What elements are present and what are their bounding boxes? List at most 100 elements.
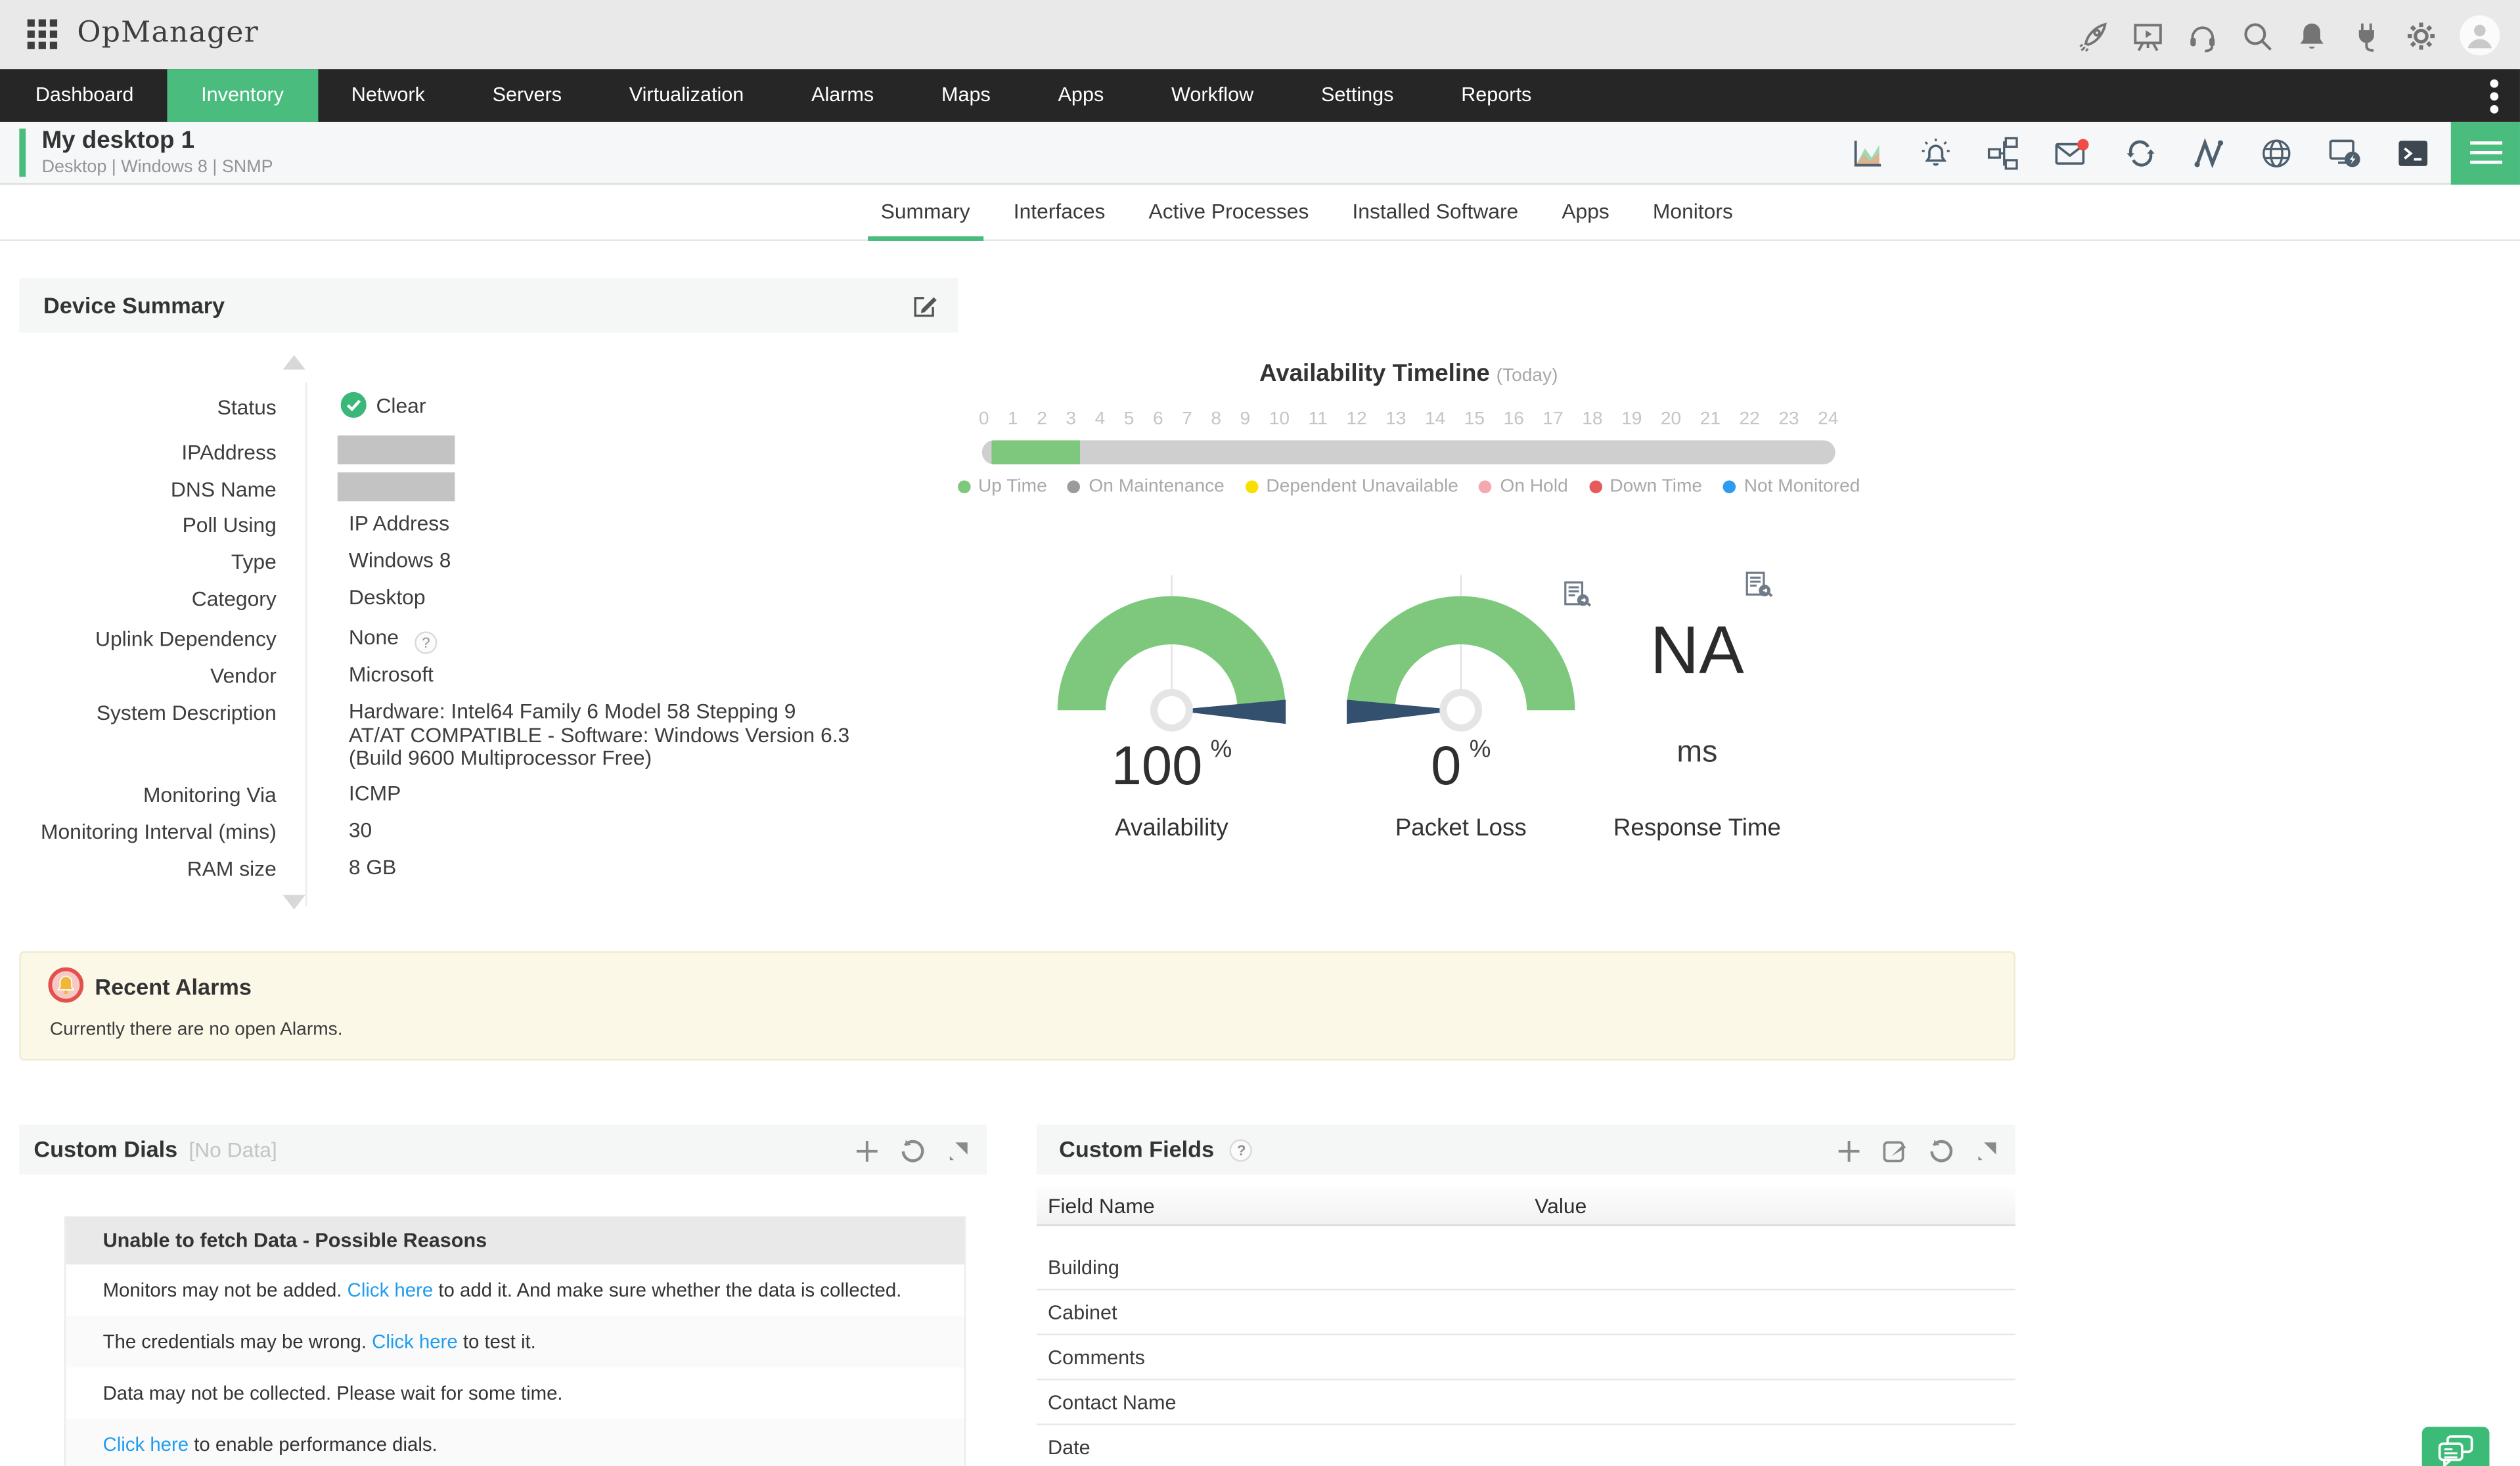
nav-item-alarms[interactable]: Alarms bbox=[778, 69, 908, 122]
mail-icon[interactable] bbox=[2054, 137, 2089, 170]
nav-item-apps[interactable]: Apps bbox=[1024, 69, 1137, 122]
legend-dot-uptime bbox=[957, 480, 970, 494]
summary-scroll-down-icon[interactable] bbox=[282, 895, 305, 910]
response-time-unit: ms bbox=[1676, 736, 1718, 770]
table-row[interactable]: Date bbox=[1037, 1425, 2015, 1466]
nav-item-settings[interactable]: Settings bbox=[1288, 69, 1428, 122]
packet-loss-label: Packet Loss bbox=[1395, 814, 1527, 842]
uptime-segment bbox=[991, 440, 1080, 465]
tab-apps[interactable]: Apps bbox=[1549, 185, 1623, 241]
avatar[interactable] bbox=[2459, 14, 2501, 56]
nav-item-servers[interactable]: Servers bbox=[459, 69, 595, 122]
headset-icon[interactable] bbox=[2186, 18, 2219, 52]
nav-item-reports[interactable]: Reports bbox=[1428, 69, 1565, 122]
tab-active-processes[interactable]: Active Processes bbox=[1136, 185, 1322, 241]
globe-icon[interactable] bbox=[2260, 137, 2293, 170]
alarm-red-bell-icon bbox=[48, 967, 84, 1003]
custom-fields-help-icon[interactable]: ? bbox=[1230, 1139, 1253, 1162]
app-logo: OpManager bbox=[77, 16, 259, 50]
plug-icon[interactable] bbox=[2350, 18, 2383, 52]
status-clear-check-icon bbox=[340, 391, 367, 418]
packet-loss-value: 0% bbox=[1431, 736, 1491, 797]
nav-item-workflow[interactable]: Workflow bbox=[1138, 69, 1288, 122]
terminal-icon[interactable] bbox=[2396, 137, 2430, 170]
nav-item-dashboard[interactable]: Dashboard bbox=[1, 69, 167, 122]
custom-fields-header: Custom Fields? bbox=[1036, 1124, 2015, 1175]
remote-desktop-icon[interactable] bbox=[2327, 137, 2362, 170]
field-value: Windows 8 bbox=[348, 548, 451, 572]
click-here-link[interactable]: Click here bbox=[348, 1279, 434, 1301]
opmanager-page: OpManager Dashboard Inventory Network Se… bbox=[0, 0, 2520, 1466]
availability-timeline-bar[interactable] bbox=[981, 440, 1835, 465]
no-data-badge: [No Data] bbox=[189, 1138, 277, 1162]
device-menu-button[interactable] bbox=[2450, 122, 2520, 185]
device-title: My desktop 1 bbox=[41, 127, 195, 154]
device-accent-bar bbox=[19, 128, 26, 177]
device-header: My desktop 1 Desktop | Windows 8 | SNMP bbox=[0, 122, 2520, 185]
edit-fields-icon[interactable] bbox=[1882, 1138, 1908, 1163]
click-here-link[interactable]: Click here bbox=[372, 1331, 458, 1353]
tab-interfaces[interactable]: Interfaces bbox=[1001, 185, 1118, 241]
add-dial-icon[interactable] bbox=[855, 1138, 879, 1163]
nav-item-maps[interactable]: Maps bbox=[908, 69, 1025, 122]
workflow-icon[interactable] bbox=[1987, 137, 2020, 170]
legend-dot-onhold bbox=[1479, 480, 1493, 494]
timeline-legend: Up Time On Maintenance Dependent Unavail… bbox=[957, 478, 1860, 497]
nav-item-network[interactable]: Network bbox=[317, 69, 459, 122]
view-report-icon[interactable] bbox=[1744, 570, 1773, 599]
sync-loop-icon[interactable] bbox=[2123, 137, 2159, 170]
click-here-link[interactable]: Click here bbox=[103, 1433, 189, 1455]
nav-overflow-kebab-icon[interactable] bbox=[2489, 78, 2499, 114]
table-row[interactable]: Comments bbox=[1036, 1335, 2015, 1381]
rocket-icon[interactable] bbox=[2077, 18, 2110, 52]
tab-monitors[interactable]: Monitors bbox=[1640, 185, 1745, 241]
gear-icon[interactable] bbox=[2404, 18, 2438, 52]
presentation-icon[interactable] bbox=[2131, 18, 2165, 52]
edit-device-icon[interactable] bbox=[911, 292, 939, 320]
custom-dials-header: Custom Dials [No Data] bbox=[19, 1124, 987, 1175]
table-row[interactable]: Contact Name bbox=[1036, 1380, 2015, 1425]
collapse-icon[interactable] bbox=[947, 1138, 971, 1163]
field-label: RAM size bbox=[187, 856, 277, 881]
refresh-icon[interactable] bbox=[900, 1138, 926, 1163]
recent-alarms-message: Currently there are no open Alarms. bbox=[49, 1020, 343, 1040]
refresh-icon[interactable] bbox=[1929, 1138, 1954, 1163]
collapse-icon[interactable] bbox=[1975, 1138, 2000, 1163]
recent-alarms-title: Recent Alarms bbox=[95, 973, 252, 1000]
tab-installed-software[interactable]: Installed Software bbox=[1339, 185, 1531, 241]
custom-dials-title: Custom Dials [No Data] bbox=[34, 1136, 277, 1162]
summary-scroll-up-icon[interactable] bbox=[282, 355, 305, 370]
nav-item-virtualization[interactable]: Virtualization bbox=[595, 69, 777, 122]
field-value: None? bbox=[349, 625, 438, 654]
performance-chart-icon[interactable] bbox=[1851, 137, 1885, 170]
availability-value: 100% bbox=[1111, 736, 1232, 797]
add-field-icon[interactable] bbox=[1837, 1138, 1861, 1163]
field-value: 8 GB bbox=[348, 855, 397, 879]
nav-item-inventory[interactable]: Inventory bbox=[167, 69, 318, 122]
apps-grid-icon[interactable] bbox=[27, 19, 58, 49]
device-subtitle: Desktop | Windows 8 | SNMP bbox=[41, 157, 273, 177]
response-time-label: Response Time bbox=[1613, 814, 1781, 842]
uplink-help-icon[interactable]: ? bbox=[415, 631, 438, 654]
feedback-chat-button[interactable] bbox=[2421, 1427, 2490, 1466]
alarm-bell-icon[interactable] bbox=[1919, 137, 1952, 170]
availability-timeline-title: Availability Timeline (Today) bbox=[1259, 359, 1558, 388]
main-nav: Dashboard Inventory Network Servers Virt… bbox=[0, 69, 2520, 122]
bell-icon[interactable] bbox=[2295, 18, 2328, 52]
search-icon[interactable] bbox=[2240, 18, 2274, 52]
device-summary-panel-header: Device Summary bbox=[19, 278, 958, 333]
timeline-period: (Today) bbox=[1496, 366, 1558, 386]
tab-summary[interactable]: Summary bbox=[868, 185, 983, 241]
device-summary-title: Device Summary bbox=[43, 292, 225, 319]
field-value: Hardware: Intel64 Family 6 Model 58 Step… bbox=[348, 699, 850, 770]
trace-route-icon[interactable] bbox=[2192, 137, 2226, 170]
field-value: Microsoft bbox=[348, 661, 434, 686]
view-report-icon[interactable] bbox=[1562, 580, 1591, 609]
table-row[interactable]: Building bbox=[1036, 1245, 2015, 1291]
table-row[interactable]: Cabinet bbox=[1036, 1290, 2015, 1335]
packet-loss-gauge bbox=[1347, 575, 1575, 732]
field-label: System Description bbox=[96, 700, 277, 725]
availability-gauge bbox=[1057, 575, 1286, 732]
field-label: Poll Using bbox=[182, 512, 277, 537]
column-value: Value bbox=[1535, 1193, 1587, 1218]
